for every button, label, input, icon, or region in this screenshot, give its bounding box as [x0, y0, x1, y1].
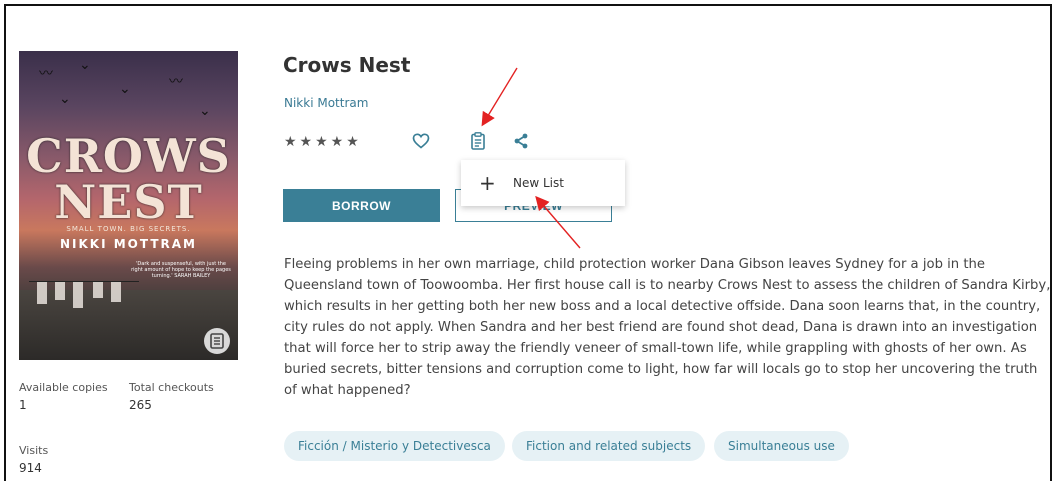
visits-value: 914 [19, 461, 42, 475]
cover-ground [19, 290, 238, 360]
total-checkouts-label: Total checkouts [129, 381, 214, 394]
tag-chip[interactable]: Simultaneous use [714, 431, 849, 461]
book-cover[interactable]: 〰 ⌄ 〰 ⌄ ⌄ ⌄ CROWS NEST SMALL TOWN. BIG S… [19, 51, 238, 360]
book-title: Crows Nest [283, 53, 411, 77]
rating-stars[interactable]: ★★★★★ [284, 134, 362, 150]
available-copies-stat: Available copies 1 [19, 381, 108, 412]
clothes-item [55, 282, 65, 300]
cover-quote: 'Dark and suspenseful, with just the rig… [131, 261, 231, 279]
total-checkouts-value: 265 [129, 398, 152, 412]
tag-chip[interactable]: Fiction and related subjects [512, 431, 706, 461]
cover-author: NIKKI MOTTRAM [59, 237, 197, 251]
book-description: Fleeing problems in her own marriage, ch… [284, 257, 1051, 398]
book-author-link[interactable]: Nikki Mottram [284, 96, 368, 110]
available-copies-label: Available copies [19, 381, 108, 394]
available-copies-value: 1 [19, 398, 27, 412]
cover-tagline: SMALL TOWN. BIG SECRETS. [66, 225, 191, 233]
new-list-option[interactable]: New List [513, 176, 564, 190]
tag-chip[interactable]: Ficción / Misterio y Detectivesca [284, 431, 505, 461]
add-to-list-dropdown: + New List [461, 160, 625, 206]
total-checkouts-stat: Total checkouts 265 [129, 381, 214, 412]
cover-title-line2: NEST [54, 175, 203, 229]
clothes-item [111, 282, 121, 302]
clipboard-icon[interactable] [467, 130, 489, 152]
clothes-item [73, 282, 83, 308]
clothes-item [37, 282, 47, 304]
heart-icon[interactable] [410, 130, 432, 152]
clothes-item [93, 282, 103, 298]
borrow-button[interactable]: BORROW [283, 189, 440, 222]
visits-stat: Visits 914 [19, 444, 48, 475]
visits-label: Visits [19, 444, 49, 457]
share-icon[interactable] [510, 130, 532, 152]
book-icon[interactable] [204, 328, 230, 354]
plus-icon: + [479, 171, 496, 195]
